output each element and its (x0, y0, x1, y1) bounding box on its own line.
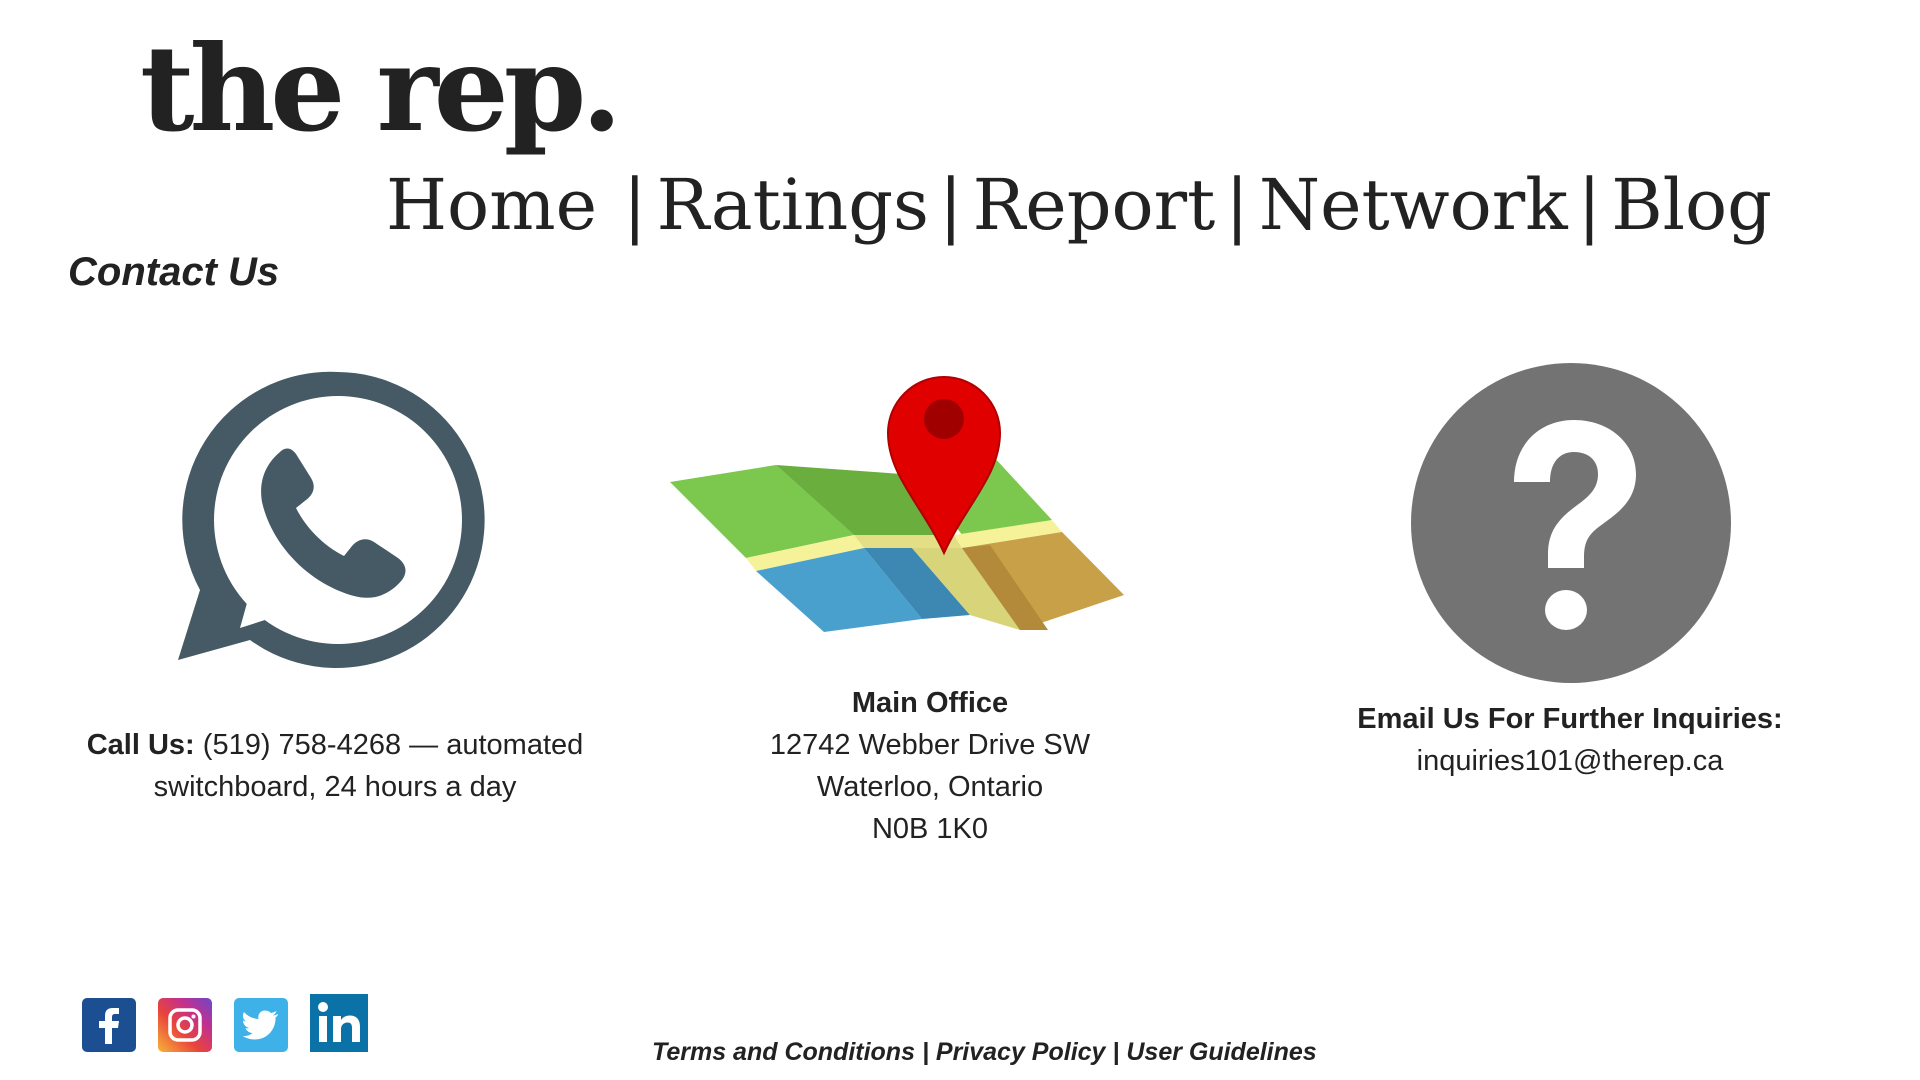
nav-blog[interactable]: Blog (1611, 170, 1772, 240)
email-heading: Email Us For Further Inquiries: (1357, 703, 1783, 735)
phone-number[interactable]: (519) 758-4268 (203, 729, 401, 761)
phone-text: Call Us: (519) 758-4268 — automated swit… (50, 724, 620, 808)
site-logo[interactable]: the rep. (140, 30, 622, 148)
nav-ratings[interactable]: Ratings (657, 170, 929, 240)
footer-separator: | (1112, 1038, 1120, 1066)
terms-link[interactable]: Terms and Conditions (652, 1038, 915, 1066)
linkedin-icon[interactable] (310, 994, 368, 1052)
page-title: Contact Us (68, 250, 280, 294)
office-text: Main Office 12742 Webber Drive SW Waterl… (700, 682, 1160, 850)
office-heading: Main Office (851, 687, 1009, 719)
main-nav: Home | Ratings | Report | Network | Blog (386, 170, 1772, 240)
email-address[interactable]: inquiries101@therep.ca (1320, 740, 1820, 782)
office-city: Waterloo, Ontario (816, 771, 1044, 803)
nav-network[interactable]: Network (1259, 170, 1568, 240)
nav-separator: | (1225, 164, 1249, 246)
question-mark-icon[interactable] (1410, 362, 1732, 684)
nav-home[interactable]: Home (386, 170, 597, 240)
phone-label: Call Us: (86, 729, 195, 761)
footer-separator: | (921, 1038, 929, 1066)
instagram-icon[interactable] (158, 998, 212, 1052)
guidelines-link[interactable]: User Guidelines (1126, 1038, 1316, 1066)
twitter-icon[interactable] (234, 998, 288, 1052)
office-postal: N0B 1K0 (871, 813, 989, 845)
nav-separator: | (623, 164, 647, 246)
social-links (82, 994, 368, 1052)
whatsapp-phone-icon[interactable] (178, 360, 498, 680)
nav-separator: | (1577, 164, 1602, 246)
office-street: 12742 Webber Drive SW (769, 729, 1091, 761)
facebook-icon[interactable] (82, 998, 136, 1052)
nav-report[interactable]: Report (973, 170, 1216, 240)
nav-separator: | (938, 164, 963, 246)
privacy-link[interactable]: Privacy Policy (936, 1038, 1106, 1066)
footer-links: Terms and Conditions | Privacy Policy | … (652, 1038, 1317, 1067)
email-text: Email Us For Further Inquiries: inquirie… (1320, 698, 1820, 782)
map-pin-icon[interactable] (660, 355, 1170, 655)
